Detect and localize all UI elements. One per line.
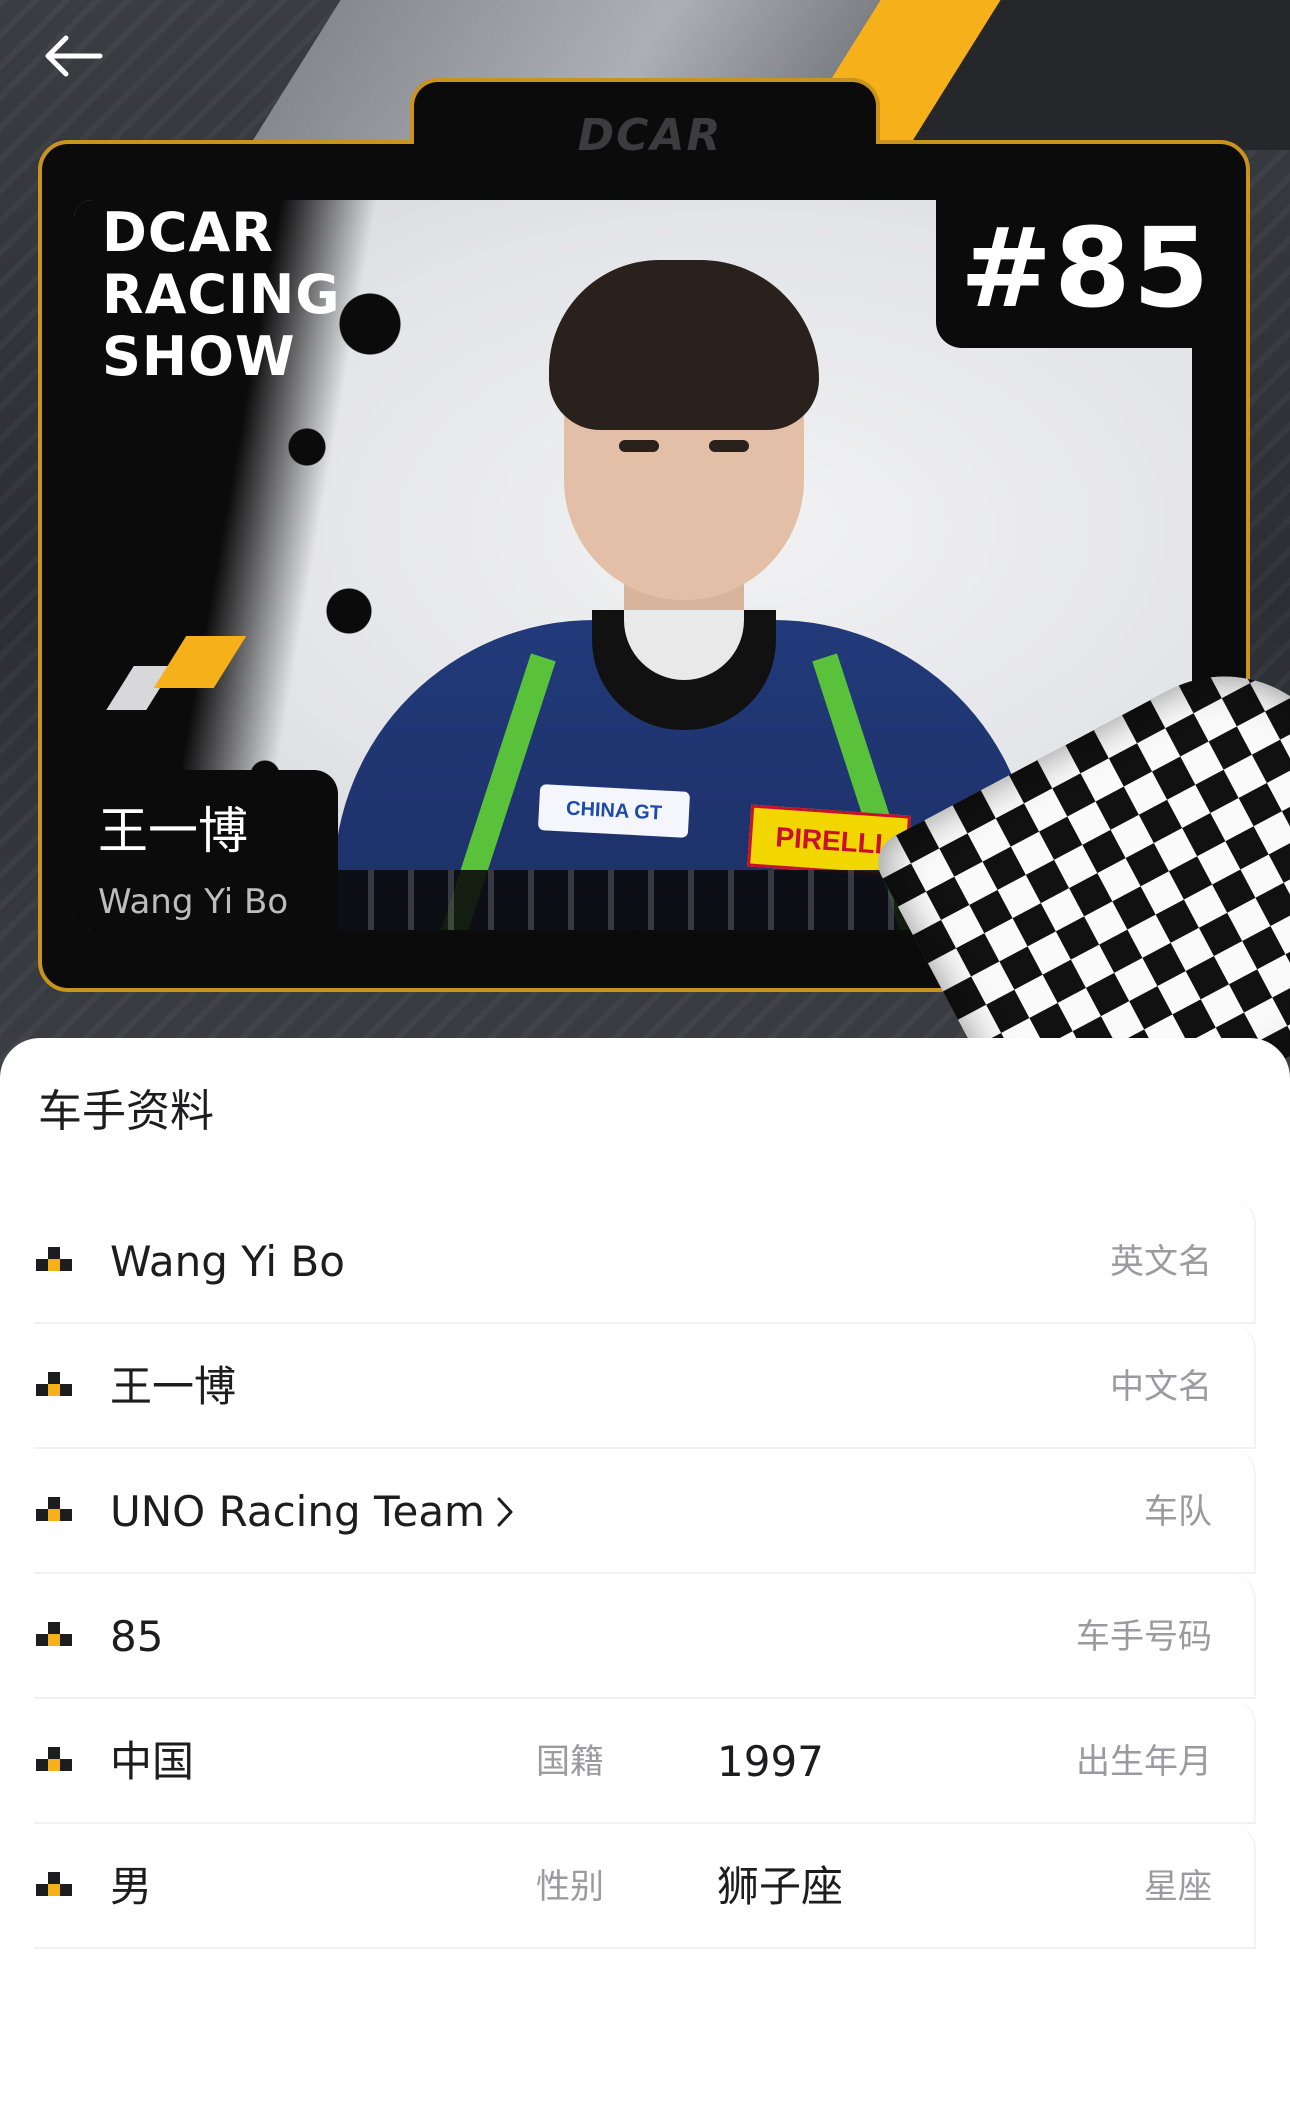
- section-title: 车手资料: [38, 1086, 214, 1137]
- chinese-name-label: 中文名: [1110, 1367, 1212, 1407]
- checkered-flag-icon: [36, 1245, 76, 1273]
- nationality-label: 国籍: [536, 1742, 604, 1782]
- driver-name-en: Wang Yi Bo: [98, 882, 289, 922]
- driver-name-cn: 王一博: [98, 802, 248, 860]
- arrow-left-icon: [40, 32, 104, 85]
- info-row-nationality-birth: 中国 国籍 1997 出生年月: [34, 1700, 1256, 1824]
- info-row-driver-number: 85 车手号码: [34, 1575, 1256, 1699]
- china-gt-badge: CHINA GT: [537, 784, 691, 838]
- zodiac-value: 狮子座: [717, 1862, 844, 1911]
- driver-hero: DCAR CHINA GT PIRELLI DCAR RACING SHOW #: [0, 0, 1290, 1080]
- info-row-english-name: Wang Yi Bo 英文名: [34, 1200, 1256, 1324]
- chevron-right-icon: [495, 1453, 515, 1577]
- english-name-value: Wang Yi Bo: [110, 1237, 345, 1286]
- driver-number-label: 车手号码: [1076, 1617, 1212, 1657]
- driver-number-value: 85: [110, 1612, 164, 1661]
- checkered-flag-icon: [36, 1495, 76, 1523]
- birth-year-value: 1997: [717, 1737, 824, 1786]
- zodiac-label: 星座: [1144, 1867, 1212, 1907]
- team-link[interactable]: UNO Racing Team: [110, 1450, 515, 1574]
- checkered-flag-icon: [36, 1370, 76, 1398]
- car-number: #85: [960, 204, 1212, 332]
- show-title: DCAR RACING SHOW: [102, 201, 341, 388]
- info-row-chinese-name: 王一博 中文名: [34, 1325, 1256, 1449]
- brand-logo: DCAR: [577, 110, 723, 161]
- checkered-flag-icon: [36, 1745, 76, 1773]
- checkered-flag-icon: [36, 1620, 76, 1648]
- gender-label: 性别: [536, 1867, 604, 1907]
- info-row-team: UNO Racing Team 车队: [34, 1450, 1256, 1574]
- english-name-label: 英文名: [1110, 1242, 1212, 1282]
- chinese-name-value: 王一博: [110, 1362, 237, 1411]
- info-row-gender-zodiac: 男 性别 狮子座 星座: [34, 1825, 1256, 1949]
- back-button[interactable]: [30, 22, 114, 94]
- checkered-flag-icon: [36, 1870, 76, 1898]
- gender-value: 男: [110, 1862, 153, 1911]
- nationality-value: 中国: [110, 1737, 195, 1786]
- team-label: 车队: [1144, 1492, 1212, 1532]
- birth-year-label: 出生年月: [1076, 1742, 1212, 1782]
- team-name[interactable]: UNO Racing Team: [110, 1487, 485, 1536]
